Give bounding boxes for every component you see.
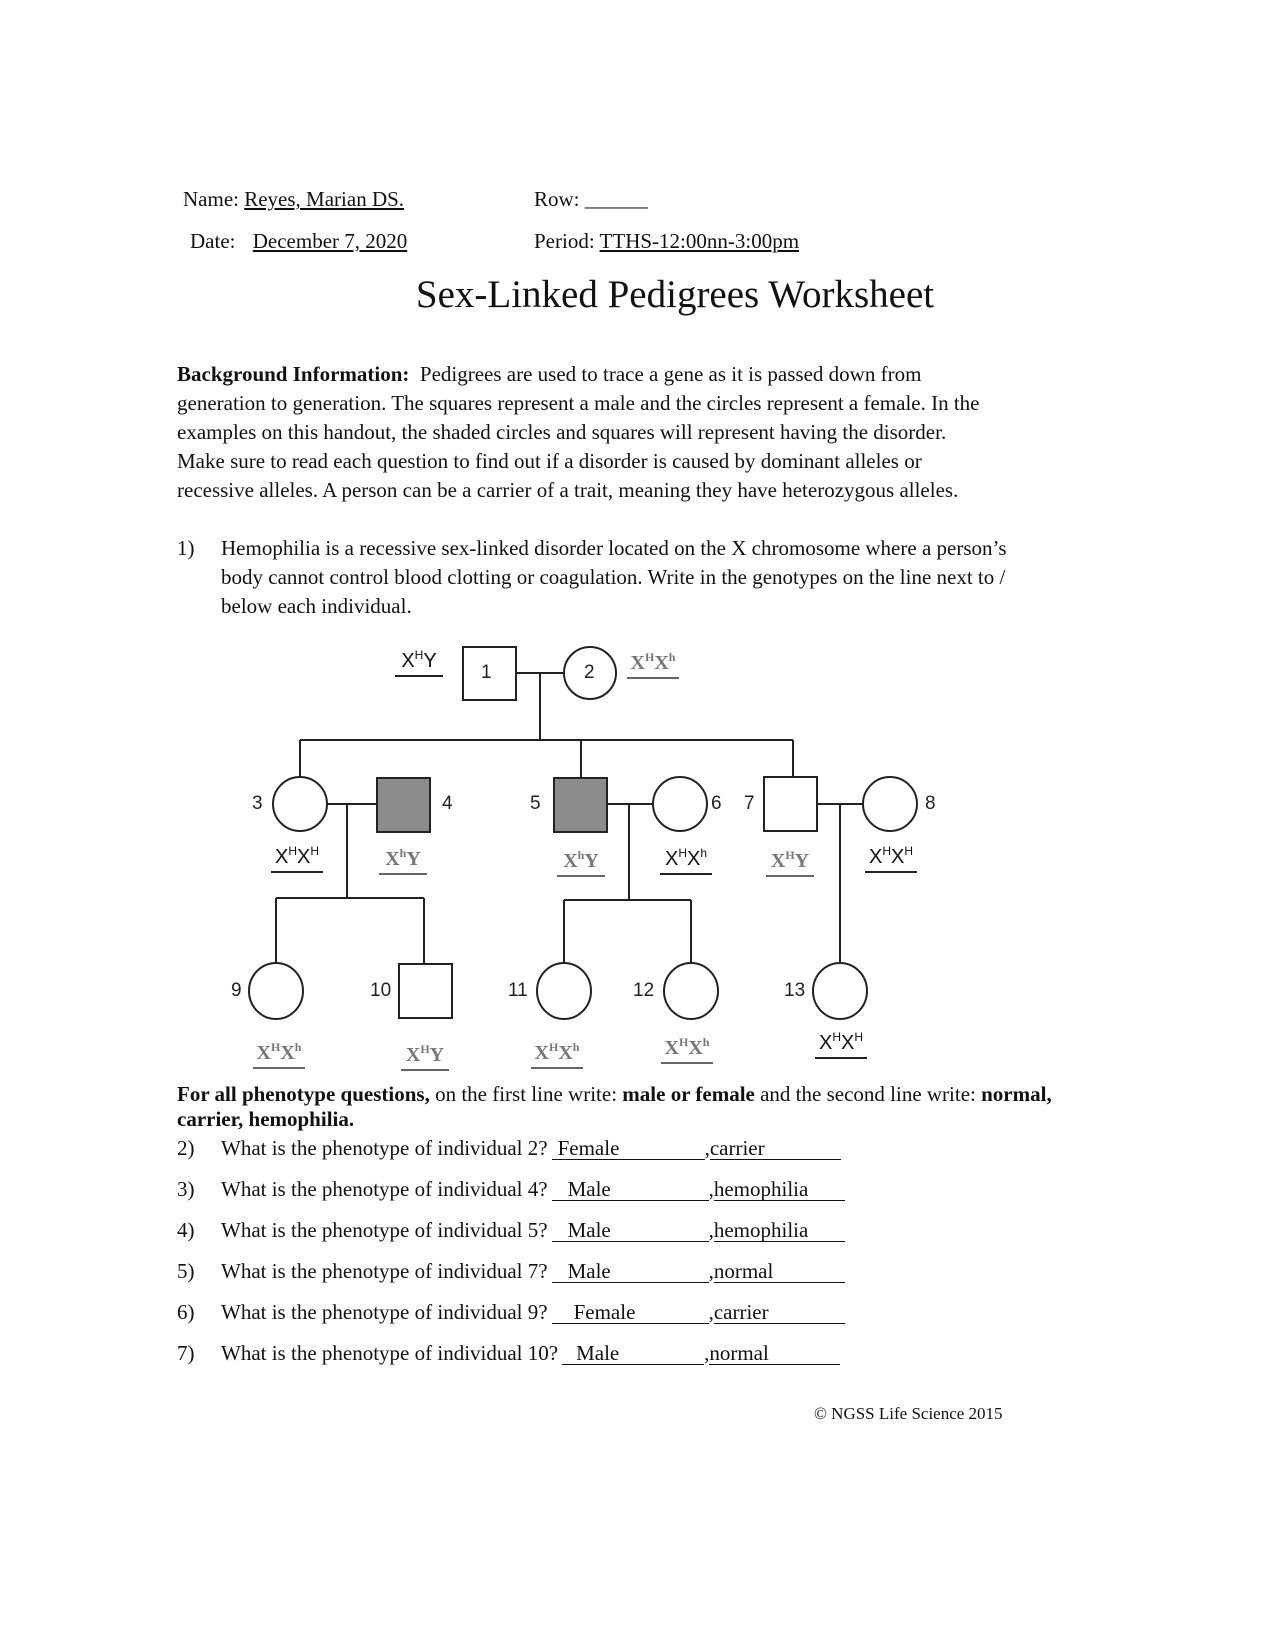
individual-9-female	[248, 962, 304, 1020]
status-answer[interactable]: hemophilia	[713, 1178, 845, 1201]
individual-label: 10	[370, 980, 392, 1001]
genotype-10[interactable]: XHY	[401, 1042, 449, 1071]
sex-answer[interactable]: Male	[551, 1260, 709, 1283]
status-answer[interactable]: normal	[709, 1342, 841, 1365]
sex-answer[interactable]: Male	[551, 1219, 709, 1242]
individual-7-male	[763, 776, 818, 832]
genotype-3[interactable]: XHXH	[271, 844, 323, 873]
individual-3-female	[272, 776, 328, 832]
individual-label: 9	[231, 980, 242, 1001]
genotype-1[interactable]: XHY	[395, 648, 443, 677]
genotype-9[interactable]: XHXh	[253, 1040, 305, 1069]
genotype-7[interactable]: XHY	[766, 848, 814, 877]
copyright-footer: © NGSS Life Science 2015	[814, 1404, 1003, 1423]
individual-label: 4	[442, 793, 453, 814]
individual-6-female	[652, 776, 708, 832]
individual-11-female	[536, 962, 592, 1020]
genotype-4[interactable]: XhY	[379, 846, 427, 875]
individual-label: 2	[584, 662, 595, 683]
genotype-12[interactable]: XHXh	[661, 1035, 713, 1064]
individual-label: 8	[925, 793, 936, 814]
individual-label: 13	[784, 980, 806, 1001]
individual-10-male	[398, 963, 453, 1019]
genotype-8[interactable]: XHXH	[865, 844, 917, 873]
question-row: 4) What is the phenotype of individual 5?…	[177, 1218, 845, 1243]
individual-13-female	[812, 962, 868, 1020]
individual-5-male-affected	[553, 777, 608, 833]
sex-answer[interactable]: Female	[551, 1137, 705, 1160]
question-row: 3) What is the phenotype of individual 4?…	[177, 1177, 845, 1202]
genotype-5[interactable]: XhY	[557, 848, 605, 877]
individual-8-female	[862, 776, 918, 832]
sex-answer[interactable]: Female	[551, 1301, 709, 1324]
sex-answer[interactable]: Male	[562, 1342, 705, 1365]
pedigree-diagram	[248, 646, 918, 1020]
genotype-11[interactable]: XHXh	[531, 1040, 583, 1069]
question-row: 6) What is the phenotype of individual 9?…	[177, 1300, 845, 1325]
individual-label: 11	[508, 980, 528, 1001]
individual-12-female	[663, 962, 719, 1020]
question-row: 7) What is the phenotype of individual 10…	[177, 1341, 841, 1366]
genotype-6[interactable]: XHXh	[660, 846, 712, 875]
sex-answer[interactable]: Male	[551, 1178, 709, 1201]
individual-label: 7	[744, 793, 755, 814]
individual-4-male-affected	[376, 777, 431, 833]
genotype-13[interactable]: XHXH	[815, 1030, 867, 1059]
individual-label: 12	[633, 980, 655, 1001]
genotype-2[interactable]: XHXh	[627, 650, 679, 679]
individual-label: 1	[481, 662, 492, 683]
individual-label: 6	[711, 793, 722, 814]
individual-label: 5	[530, 793, 541, 814]
question-row: 2) What is the phenotype of individual 2?…	[177, 1136, 841, 1161]
question-row: 5) What is the phenotype of individual 7?…	[177, 1259, 845, 1284]
status-answer[interactable]: carrier	[713, 1301, 845, 1324]
phenotype-instructions: For all phenotype questions, on the firs…	[177, 1082, 1052, 1131]
status-answer[interactable]: carrier	[709, 1137, 841, 1160]
status-answer[interactable]: hemophilia	[713, 1219, 845, 1242]
status-answer[interactable]: normal	[713, 1260, 845, 1283]
individual-label: 3	[252, 793, 263, 814]
